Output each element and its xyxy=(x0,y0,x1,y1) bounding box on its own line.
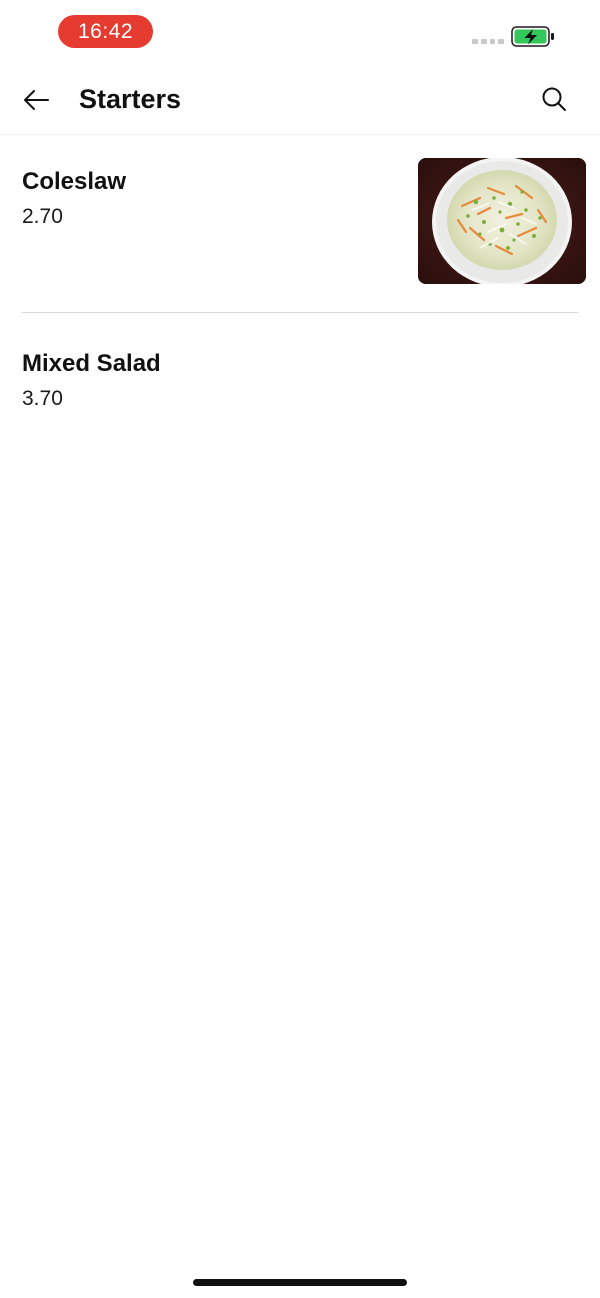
arrow-left-icon xyxy=(24,90,49,110)
search-icon xyxy=(542,87,566,111)
signal-dots-icon xyxy=(472,39,504,45)
status-time: 16:42 xyxy=(58,15,153,48)
home-indicator[interactable] xyxy=(193,1279,407,1286)
status-bar: 16:42 xyxy=(0,0,600,64)
app-header: Starters xyxy=(0,64,600,135)
menu-item-mixed-salad[interactable]: Mixed Salad 3.70 xyxy=(22,313,578,453)
item-price: 3.70 xyxy=(22,387,63,410)
back-button[interactable] xyxy=(16,80,56,120)
menu-list: Coleslaw 2.70 Mixed Salad 3.70 xyxy=(0,134,600,453)
item-price: 2.70 xyxy=(22,205,63,228)
item-name: Coleslaw xyxy=(22,168,127,195)
coleslaw-photo xyxy=(418,158,586,284)
menu-item-coleslaw[interactable]: Coleslaw 2.70 xyxy=(22,134,586,313)
page-title: Starters xyxy=(79,84,182,114)
search-button[interactable] xyxy=(533,79,575,119)
battery-charging-icon xyxy=(511,26,555,47)
item-name: Mixed Salad xyxy=(22,350,161,377)
